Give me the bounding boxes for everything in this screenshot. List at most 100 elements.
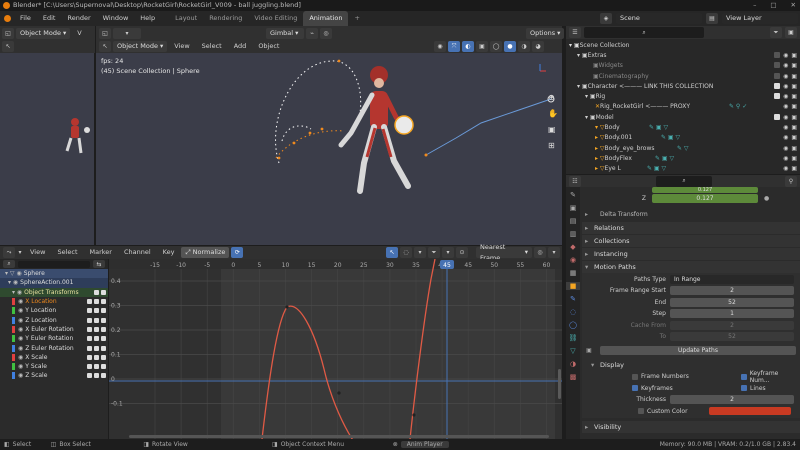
channel-row[interactable]: ◉ Z Location — [0, 315, 108, 324]
pivot-icon[interactable]: ⊙ — [456, 247, 468, 258]
modifier-tab-icon[interactable]: ✎ — [570, 295, 576, 303]
tab-rendering[interactable]: Rendering — [203, 11, 248, 26]
solid-shading-icon[interactable]: ● — [504, 41, 516, 52]
custom-color-swatch[interactable] — [709, 407, 791, 416]
channel-row[interactable]: ▾ ◉ Object Transforms — [0, 287, 108, 297]
swap-icon[interactable]: ⇆ — [93, 260, 105, 268]
graph-menu-channel[interactable]: Channel — [119, 246, 156, 259]
viewport-menu-select[interactable]: Select — [197, 41, 227, 52]
channel-row[interactable]: ◉ Z Euler Rotation — [0, 343, 108, 352]
channel-row[interactable]: ◉ Z Scale — [0, 371, 108, 380]
frame-range-start-field[interactable]: 2 — [670, 286, 794, 296]
outliner-item[interactable]: ▾ ▣ Character <——— LINK THIS COLLECTION ◉… — [569, 81, 797, 91]
lines-checkbox[interactable] — [741, 385, 747, 392]
vertical-scrollbar[interactable] — [558, 369, 561, 399]
maximize-button[interactable]: □ — [770, 0, 776, 11]
menu-file[interactable]: File — [14, 11, 37, 26]
outliner-editor-icon[interactable]: ☰ — [569, 27, 581, 38]
graph-menu-select[interactable]: Select — [52, 246, 82, 259]
mode-toggle-icons[interactable]: ▾ — [113, 28, 141, 39]
view-layer-selector[interactable]: View Layer — [722, 13, 798, 24]
object-mode-dropdown[interactable]: Object Mode ▾ — [113, 41, 168, 52]
graph-menu-view[interactable]: View — [25, 246, 50, 259]
scene-tab-icon[interactable]: ◆ — [570, 243, 575, 251]
thickness-field[interactable]: 2 — [670, 395, 794, 405]
update-paths-button[interactable]: Update Paths — [600, 345, 796, 355]
editor-type-icon[interactable]: ◱ — [2, 28, 14, 39]
channel-row[interactable]: ◉ X Euler Rotation — [0, 325, 108, 334]
physics-tab-icon[interactable]: ◯ — [569, 321, 577, 329]
section-display[interactable]: Display — [588, 359, 800, 371]
tab-layout[interactable]: Layout — [169, 11, 203, 26]
data-tab-icon[interactable]: ▽ — [570, 347, 575, 355]
snap-icon[interactable]: ⌁ — [306, 28, 318, 39]
gizmo-icon[interactable]: ⤧ — [448, 41, 460, 52]
menu-help[interactable]: Help — [134, 11, 161, 26]
section-delta-transform[interactable]: Delta Transform — [582, 209, 800, 221]
graph-menu-marker[interactable]: Marker — [85, 246, 117, 259]
view-layer-icon[interactable]: ▤ — [706, 13, 718, 24]
status-anim-player[interactable]: Anim Player — [400, 441, 449, 448]
end-field[interactable]: 52 — [670, 297, 794, 307]
outliner-item[interactable]: ▸ ▽ BodyFlex ✎ ▣ ▽ ◉ ▣ — [569, 153, 797, 163]
visibility-icon[interactable]: ◉ — [434, 41, 446, 52]
view-layer-tab-icon[interactable]: ▥ — [570, 230, 577, 238]
refresh-icon[interactable]: ⟳ — [231, 247, 244, 258]
section-instancing[interactable]: Instancing — [582, 247, 800, 260]
scene-selector[interactable]: Scene — [616, 13, 702, 24]
channel-search-input[interactable] — [18, 260, 90, 268]
scene-icon[interactable]: ◈ — [600, 13, 612, 24]
outliner-item[interactable]: ▣ Widgets ◉ ▣ — [569, 61, 797, 71]
rendered-shading-icon[interactable]: ◕ — [532, 41, 544, 52]
only-selected-icon[interactable]: ↖ — [386, 247, 398, 258]
close-button[interactable]: ✕ — [791, 0, 796, 11]
channel-row[interactable]: ▾ ▽ ◉ Sphere — [0, 269, 108, 279]
outliner-item[interactable]: ▾ ▽ Body ✎ ▣ ▽ ◉ ▣ — [569, 122, 797, 132]
keyframes-checkbox[interactable] — [632, 385, 638, 392]
channel-row[interactable]: ▾ ◉ SphereAction.001 — [0, 278, 108, 288]
section-collections[interactable]: Collections — [582, 234, 800, 247]
menu-window[interactable]: Window — [97, 11, 135, 26]
ghost-icon[interactable]: ◌ — [400, 247, 412, 258]
section-relations[interactable]: Relations — [582, 221, 800, 234]
new-collection-icon[interactable]: ▣ — [785, 27, 797, 38]
viewport-menu-object[interactable]: Object — [253, 41, 284, 52]
camera-view-icon[interactable]: ▣ — [548, 125, 558, 134]
filter-icon[interactable]: ⏷ — [770, 27, 782, 38]
camera-viewport[interactable] — [0, 53, 94, 245]
keyframe-dot-icon[interactable]: ● — [764, 195, 769, 202]
editor-type-icon[interactable]: ◱ — [99, 28, 111, 39]
tool-tab-icon[interactable]: ✎ — [570, 191, 576, 199]
custom-color-checkbox[interactable] — [638, 408, 644, 415]
section-visibility[interactable]: Visibility — [582, 421, 800, 433]
channel-row[interactable]: ◉ Y Location — [0, 306, 108, 315]
properties-editor-icon[interactable]: ☷ — [569, 175, 581, 187]
properties-search-input[interactable]: ⌕ — [656, 175, 712, 187]
outliner-search-input[interactable]: ⌕ — [584, 27, 704, 38]
filter-dropdown-icon[interactable]: ▾ — [442, 247, 454, 258]
material-tab-icon[interactable]: ◑ — [570, 360, 576, 368]
object-tab-icon[interactable]: ■ — [566, 282, 580, 290]
particles-tab-icon[interactable]: ◌ — [570, 308, 576, 316]
options-dropdown[interactable]: Options ▾ — [526, 28, 565, 39]
channel-row[interactable]: ◉ X Scale — [0, 353, 108, 362]
overlay-icon[interactable]: ◐ — [462, 41, 474, 52]
zoom-icon[interactable]: ⊕ — [548, 93, 558, 102]
world-tab-icon[interactable]: ◉ — [570, 256, 576, 264]
filter-icon[interactable]: ⏷ — [428, 247, 440, 258]
tab-video-editing[interactable]: Video Editing — [248, 11, 303, 26]
graph-menu-key[interactable]: Key — [158, 246, 180, 259]
horizontal-scrollbar[interactable] — [129, 435, 549, 438]
tab-animation[interactable]: Animation — [303, 11, 349, 26]
z-prev-field[interactable]: 0.127 — [652, 187, 758, 193]
viewport-menu-add[interactable]: Add — [229, 41, 252, 52]
select-tool-icon[interactable]: ↖ — [2, 41, 14, 52]
proportional-dropdown-icon[interactable]: ▾ — [548, 247, 560, 258]
channel-row[interactable]: ◉ X Location — [0, 297, 108, 306]
grid-icon[interactable]: ⊞ — [548, 141, 558, 150]
left-view-menu[interactable]: V — [72, 28, 86, 39]
left-mode-dropdown[interactable]: Object Mode ▾ — [16, 28, 71, 39]
menu-render[interactable]: Render — [61, 11, 96, 26]
graph-editor-type-icon[interactable]: ⤳ — [3, 247, 15, 258]
proportional-edit-icon[interactable]: ◎ — [320, 28, 332, 39]
